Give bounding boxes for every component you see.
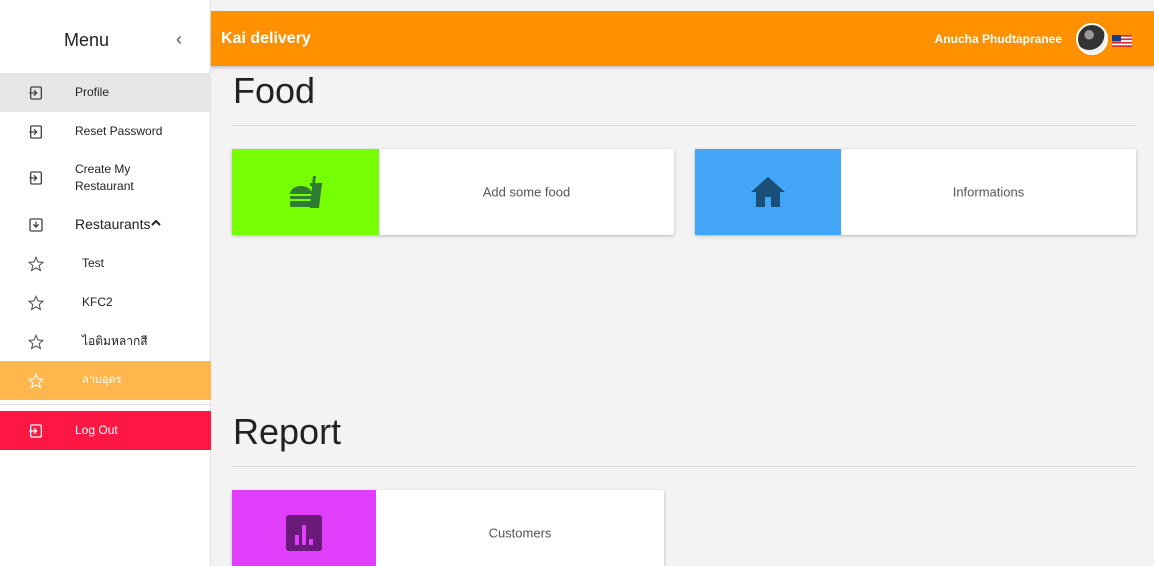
sidebar-nav: Profile Reset Password Create My Restaur… bbox=[0, 73, 211, 450]
brand-title: Kai delivery bbox=[221, 30, 311, 47]
sidebar-item-profile[interactable]: Profile bbox=[0, 73, 211, 112]
menu-header: Menu ‹ bbox=[0, 11, 211, 66]
sidebar-item-label: Create My Restaurant bbox=[75, 162, 134, 193]
home-icon bbox=[751, 177, 785, 207]
bar-chart-icon bbox=[286, 515, 322, 551]
sidebar-item-label: ลาบอุดร bbox=[82, 374, 122, 386]
add-food-card-label: Add some food bbox=[482, 184, 571, 200]
customers-card-swatch bbox=[232, 490, 376, 566]
sidebar-item-create-restaurant[interactable]: Create My Restaurant bbox=[0, 151, 211, 205]
sidebar-restaurant-kfc2[interactable]: KFC2 bbox=[0, 283, 211, 322]
sidebar-divider bbox=[0, 404, 211, 405]
login-icon bbox=[28, 423, 44, 439]
download-box-icon bbox=[28, 217, 44, 233]
food-divider bbox=[232, 125, 1136, 126]
login-icon bbox=[28, 170, 44, 186]
login-icon bbox=[28, 124, 44, 140]
fastfood-icon bbox=[289, 176, 322, 208]
login-icon bbox=[28, 85, 44, 101]
star-outline-icon bbox=[28, 294, 44, 311]
sidebar-item-label: ไอติมหลากสี bbox=[82, 334, 148, 348]
us-flag-icon[interactable] bbox=[1112, 34, 1132, 47]
logout-button[interactable]: Log Out bbox=[0, 411, 211, 450]
sidebar-item-label: Profile bbox=[75, 85, 110, 99]
sidebar-item-label: Test bbox=[82, 256, 105, 270]
sidebar-restaurant-icecream[interactable]: ไอติมหลากสี bbox=[0, 322, 211, 361]
add-food-card-swatch bbox=[232, 149, 379, 235]
sidebar-item-label: KFC2 bbox=[82, 295, 113, 309]
add-food-card[interactable]: Add some food bbox=[232, 149, 674, 235]
menu-title: Menu bbox=[64, 30, 110, 50]
sidebar-restaurant-test[interactable]: Test bbox=[0, 244, 211, 283]
logout-label: Log Out bbox=[75, 423, 118, 437]
star-outline-icon bbox=[28, 255, 44, 272]
star-outline-icon bbox=[28, 372, 44, 389]
informations-card-swatch bbox=[695, 149, 841, 235]
sidebar-section-label: Restaurants bbox=[75, 216, 151, 232]
user-name[interactable]: Anucha Phudtapranee bbox=[935, 32, 1062, 46]
star-outline-icon bbox=[28, 333, 44, 350]
informations-card[interactable]: Informations bbox=[695, 149, 1136, 235]
top-app-bar: Kai delivery Anucha Phudtapranee bbox=[211, 11, 1154, 66]
sidebar-item-label: Reset Password bbox=[75, 124, 163, 138]
report-section-title: Report bbox=[233, 411, 342, 452]
sidebar: Menu ‹ Profile Reset Password Create My … bbox=[0, 0, 211, 566]
report-divider bbox=[232, 466, 1136, 467]
collapse-sidebar-button[interactable]: ‹ bbox=[176, 29, 182, 50]
chevron-up-icon[interactable] bbox=[150, 218, 162, 231]
customers-card-label: Customers bbox=[488, 525, 552, 541]
customers-card[interactable]: Customers bbox=[232, 490, 664, 566]
informations-card-label: Informations bbox=[952, 184, 1025, 200]
sidebar-restaurant-larb-udon[interactable]: ลาบอุดร bbox=[0, 361, 211, 400]
sidebar-section-restaurants[interactable]: Restaurants bbox=[0, 205, 211, 244]
sidebar-item-reset-password[interactable]: Reset Password bbox=[0, 112, 211, 151]
food-section-title: Food bbox=[233, 70, 316, 111]
avatar[interactable] bbox=[1076, 23, 1108, 55]
